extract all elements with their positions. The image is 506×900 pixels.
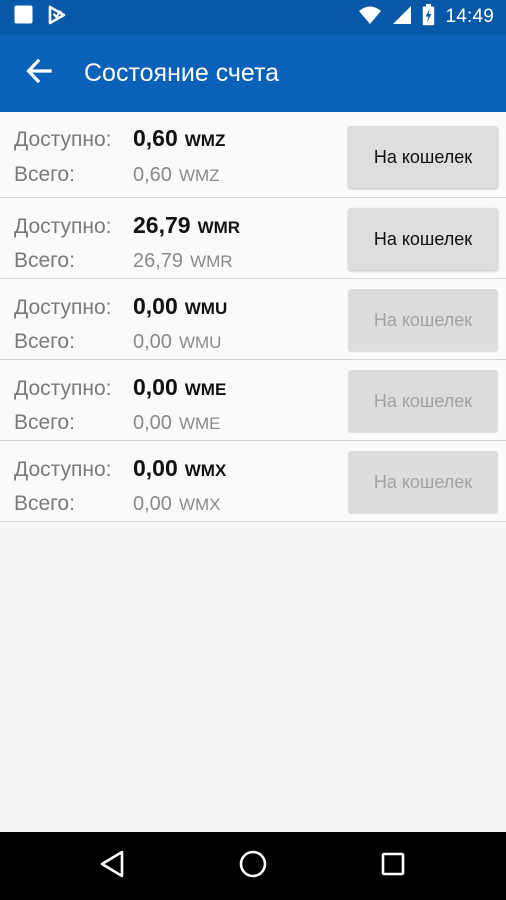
total-label: Всего:	[14, 249, 75, 272]
to-wallet-button[interactable]: На кошелек	[348, 208, 498, 270]
available-amount: 0,00	[133, 455, 178, 481]
recents-square-icon	[380, 851, 406, 882]
account-row-wme: Доступно: 0,00 WME Всего: 0,00 WME На ко…	[0, 360, 506, 441]
available-amount: 0,00	[133, 374, 178, 400]
total-amount: 0,60	[133, 164, 172, 186]
download-app-icon	[47, 5, 67, 30]
nav-back-button[interactable]	[92, 846, 132, 886]
to-wallet-button-disabled[interactable]: На кошелек	[348, 451, 498, 513]
total-currency: WMR	[190, 252, 233, 271]
notification-square-icon	[14, 5, 33, 29]
total-currency: WMZ	[178, 166, 220, 185]
available-amount: 26,79	[133, 212, 191, 238]
status-bar: 14:49	[0, 0, 506, 34]
total-line: Всего: 0,60 WMZ	[14, 163, 220, 187]
account-row-wmx: Доступно: 0,00 WMX Всего: 0,00 WMX На ко…	[0, 441, 506, 522]
back-button[interactable]	[20, 58, 58, 88]
available-label: Доступно:	[14, 128, 112, 151]
total-currency: WMU	[178, 333, 222, 352]
battery-charging-icon	[422, 3, 435, 31]
to-wallet-button[interactable]: На кошелек	[348, 126, 498, 188]
to-wallet-button-disabled[interactable]: На кошелек	[348, 289, 498, 351]
total-label: Всего:	[14, 330, 75, 353]
app-bar: Состояние счета	[0, 34, 506, 112]
total-label: Всего:	[14, 411, 75, 434]
wifi-icon	[358, 5, 382, 30]
available-line: Доступно: 0,00 WMU	[14, 293, 227, 320]
to-wallet-button-disabled[interactable]: На кошелек	[348, 370, 498, 432]
total-line: Всего: 0,00 WME	[14, 411, 220, 435]
total-line: Всего: 0,00 WMU	[14, 330, 221, 354]
available-currency: WMR	[197, 218, 241, 237]
account-row-wmr: Доступно: 26,79 WMR Всего: 26,79 WMR На …	[0, 198, 506, 279]
available-label: Доступно:	[14, 215, 112, 238]
available-label: Доступно:	[14, 296, 112, 319]
account-row-wmz: Доступно: 0,60 WMZ Всего: 0,60 WMZ На ко…	[0, 112, 506, 198]
total-amount: 0,00	[133, 493, 172, 515]
total-amount: 26,79	[133, 250, 184, 272]
system-navigation-bar	[0, 832, 506, 900]
available-label: Доступно:	[14, 458, 112, 481]
available-currency: WME	[184, 380, 227, 399]
available-label: Доступно:	[14, 377, 112, 400]
available-line: Доступно: 0,60 WMZ	[14, 125, 225, 152]
available-line: Доступно: 0,00 WME	[14, 374, 226, 401]
available-currency: WMZ	[184, 131, 226, 150]
total-amount: 0,00	[133, 412, 172, 434]
status-bar-system: 14:49	[358, 3, 494, 31]
available-currency: WMU	[184, 299, 228, 318]
back-triangle-icon	[99, 850, 125, 883]
available-line: Доступно: 26,79 WMR	[14, 212, 240, 239]
total-currency: WME	[178, 414, 221, 433]
available-amount: 0,60	[133, 125, 178, 151]
nav-home-button[interactable]	[233, 846, 273, 886]
available-line: Доступно: 0,00 WMX	[14, 455, 226, 482]
available-amount: 0,00	[133, 293, 178, 319]
available-currency: WMX	[184, 461, 227, 480]
nav-recents-button[interactable]	[373, 846, 413, 886]
status-time: 14:49	[445, 6, 494, 27]
total-line: Всего: 26,79 WMR	[14, 249, 233, 273]
account-row-wmu: Доступно: 0,00 WMU Всего: 0,00 WMU На ко…	[0, 279, 506, 360]
signal-icon	[392, 5, 412, 30]
total-label: Всего:	[14, 492, 75, 515]
page-title: Состояние счета	[84, 59, 280, 87]
status-bar-notifications	[14, 5, 67, 30]
home-circle-icon	[238, 849, 268, 884]
total-label: Всего:	[14, 163, 75, 186]
total-amount: 0,00	[133, 331, 172, 353]
account-list: Доступно: 0,60 WMZ Всего: 0,60 WMZ На ко…	[0, 112, 506, 522]
arrow-left-icon	[26, 58, 52, 88]
total-currency: WMX	[178, 495, 221, 514]
total-line: Всего: 0,00 WMX	[14, 492, 220, 516]
